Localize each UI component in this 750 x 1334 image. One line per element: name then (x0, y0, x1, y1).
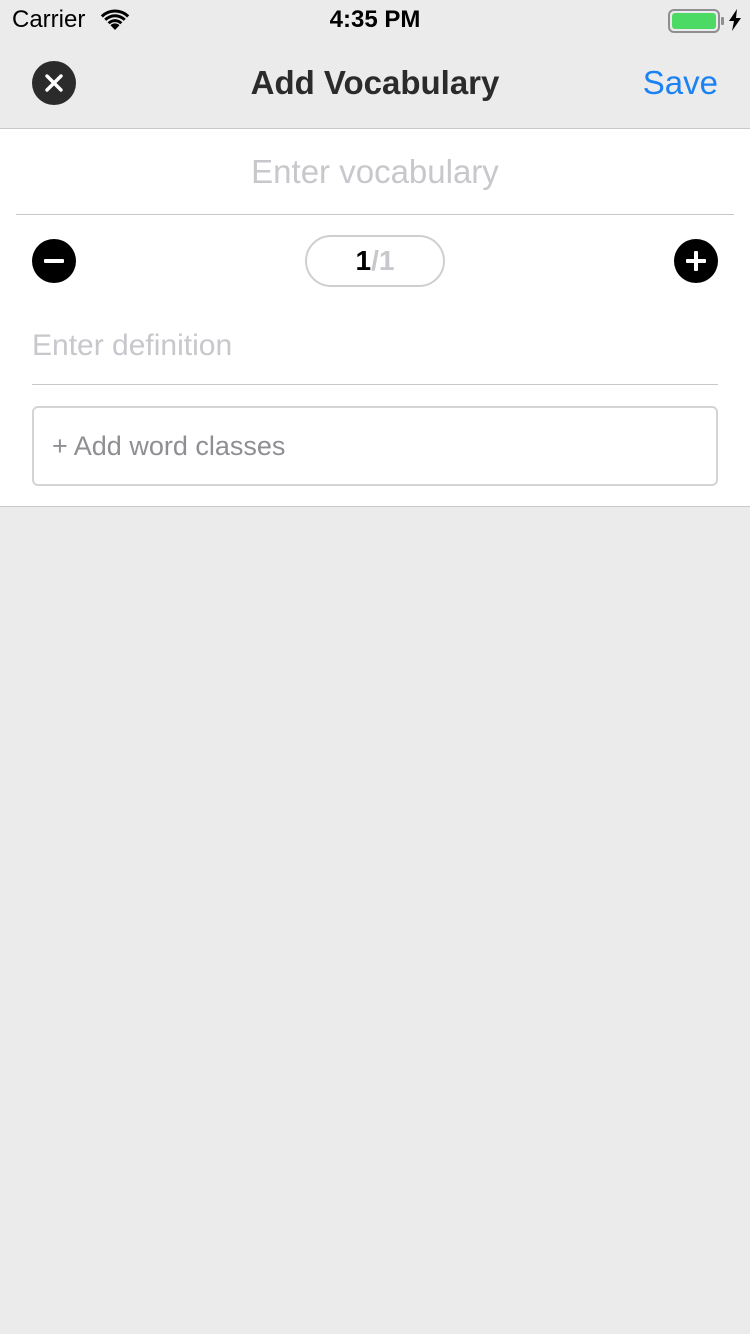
add-definition-button[interactable] (674, 239, 718, 283)
lightning-bolt-icon (729, 9, 741, 31)
save-button[interactable]: Save (643, 64, 718, 102)
counter-current: 1 (355, 245, 372, 276)
status-time: 4:35 PM (329, 6, 421, 33)
plus-circle-icon (686, 251, 706, 271)
navigation-bar: Add Vocabulary Save (0, 40, 750, 129)
status-bar: Carrier 4:35 PM (0, 0, 750, 40)
definition-page-counter: 1 / 1 (305, 235, 445, 287)
minus-circle-icon (44, 259, 64, 263)
vocabulary-form: 1 / 1 + Add word classes (0, 129, 750, 507)
vocabulary-input[interactable] (16, 129, 734, 215)
battery-icon (668, 9, 724, 33)
add-word-classes-button[interactable]: + Add word classes (32, 406, 718, 486)
page-title: Add Vocabulary (250, 64, 500, 101)
counter-separator: / (371, 245, 379, 276)
remove-definition-button[interactable] (32, 239, 76, 283)
counter-total: 1 (378, 245, 395, 276)
definition-input[interactable] (32, 307, 718, 385)
